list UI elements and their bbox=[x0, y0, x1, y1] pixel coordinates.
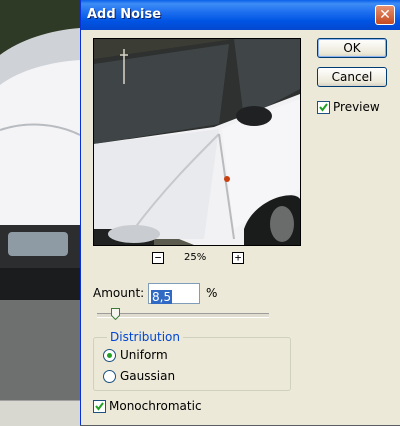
preview-image[interactable] bbox=[93, 38, 301, 246]
canvas-scrollbar[interactable] bbox=[0, 400, 80, 426]
preview-car-image bbox=[94, 39, 300, 245]
plus-icon: + bbox=[234, 251, 242, 264]
gaussian-radio[interactable] bbox=[103, 370, 116, 383]
minus-icon: − bbox=[154, 251, 162, 264]
zoom-level: 25% bbox=[184, 252, 207, 263]
close-icon: ✕ bbox=[379, 7, 391, 23]
amount-slider[interactable] bbox=[97, 313, 269, 318]
close-button[interactable]: ✕ bbox=[375, 5, 395, 25]
monochromatic-label[interactable]: Monochromatic bbox=[109, 399, 202, 413]
amount-label: Amount: bbox=[93, 286, 145, 300]
amount-value: 8,5 bbox=[151, 290, 173, 304]
distribution-title: Distribution bbox=[107, 330, 184, 344]
amount-input[interactable]: 8,5 bbox=[148, 283, 200, 304]
radio-selected-dot bbox=[107, 353, 112, 358]
preview-label[interactable]: Preview bbox=[333, 100, 380, 114]
dialog-title: Add Noise bbox=[87, 7, 162, 22]
preview-checkbox[interactable] bbox=[317, 101, 330, 114]
title-bar[interactable]: Add Noise ✕ bbox=[81, 0, 400, 30]
uniform-label[interactable]: Uniform bbox=[120, 348, 168, 362]
monochromatic-checkbox[interactable] bbox=[93, 400, 106, 413]
zoom-out-button[interactable]: − bbox=[152, 252, 164, 264]
ok-button[interactable]: OK bbox=[317, 38, 387, 58]
gaussian-label[interactable]: Gaussian bbox=[120, 369, 175, 383]
amount-unit: % bbox=[206, 286, 218, 300]
add-noise-dialog: Add Noise ✕ − 25% + OK Cancel Preview Am… bbox=[80, 0, 400, 425]
zoom-in-button[interactable]: + bbox=[232, 252, 244, 264]
uniform-radio[interactable] bbox=[103, 349, 116, 362]
amount-slider-thumb[interactable] bbox=[111, 308, 120, 320]
check-icon bbox=[95, 402, 104, 411]
cancel-button[interactable]: Cancel bbox=[317, 67, 387, 87]
check-icon bbox=[319, 103, 328, 112]
